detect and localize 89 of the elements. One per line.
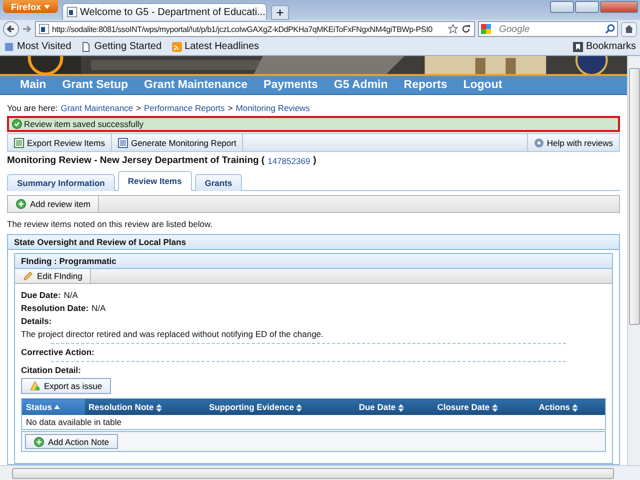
new-tab-button[interactable]: + [271,5,290,20]
page-title: Monitoring Review - New Jersey Department of Training ( [7,155,265,166]
folder-icon [4,42,14,52]
bookmark-link[interactable]: Getting Started [94,41,162,52]
bookmark-link[interactable]: Latest Headlines [184,41,260,52]
add-action-note-button[interactable]: Add Action Note [25,434,118,449]
back-icon[interactable] [3,21,19,37]
nav-link[interactable]: Payments [264,79,318,91]
empty-table-text: No data available in table [22,415,606,430]
minimize-button[interactable] [550,1,574,13]
review-id-link[interactable]: 147852369 [268,156,310,166]
document-icon [118,138,128,148]
nav-link[interactable]: Logout [463,79,502,91]
bookmark-link[interactable]: Most Visited [17,41,72,52]
search-engine-icon [481,24,491,34]
bookmarks-icon [572,42,583,52]
site-icon [67,7,78,17]
help-icon [534,138,544,148]
field-label: Details: [21,316,52,326]
scroll-thumb[interactable] [12,468,614,478]
help-button[interactable]: Help with reviews [526,134,619,151]
breadcrumb-separator: > [136,102,141,112]
scroll-thumb[interactable] [628,68,640,325]
add-review-item-button[interactable]: Add review item [8,196,100,212]
warning-icon [30,381,40,391]
pencil-icon [23,271,33,281]
restore-button[interactable] [575,1,599,13]
check-icon [12,119,22,129]
sort-icon[interactable] [572,404,578,412]
column-header[interactable]: Closure Date [433,398,535,415]
field-label: Corrective Action: [21,346,94,356]
home-icon [624,24,634,34]
page-icon [81,42,92,52]
sort-icon[interactable] [398,404,404,412]
field-value: N/A [92,302,106,312]
search-icon[interactable] [605,24,615,34]
column-header[interactable]: Resolution Note [84,398,205,415]
details-text: The project director retired and was replaced without notifying ED of the change. [21,328,324,338]
field-label: Citation Detail: [21,364,81,374]
horizontal-scrollbar[interactable] [0,465,640,480]
field-label: Resolution Date: [21,302,89,312]
bookmarks-menu[interactable]: Bookmarks [586,41,636,52]
nav-link[interactable]: Main [20,79,46,91]
breadcrumb-link[interactable]: Grant Maintenance [60,102,134,112]
document-icon [14,138,24,148]
edit-finding-button[interactable]: Edit FInding [15,269,92,283]
tab[interactable]: Grants [194,174,242,191]
rss-icon [172,42,182,52]
nav-link[interactable]: Grant Setup [62,79,128,91]
site-icon [39,24,49,34]
success-message: Review item saved successfully [7,116,620,132]
tab[interactable]: Review Items [118,171,192,191]
nav-link[interactable]: Reports [404,79,448,91]
add-icon [34,436,44,446]
sort-icon[interactable] [296,404,302,412]
add-icon [16,199,26,209]
breadcrumb-label: You are here: [7,102,58,112]
tab[interactable]: Summary Information [7,174,115,191]
export-button[interactable]: Export Review Items [8,134,112,151]
forward-icon[interactable] [22,24,32,34]
field-value: N/A [64,290,78,300]
column-header[interactable]: Actions [534,398,606,415]
column-header[interactable]: Due Date [354,398,434,415]
column-header[interactable]: Supporting Evidence [204,398,355,415]
nav-link[interactable]: Grant Maintenance [144,79,248,91]
browser-tab[interactable]: Welcome to G5 - Department of Educati... [62,3,268,20]
sort-icon[interactable] [492,404,498,412]
nav-link[interactable]: G5 Admin [334,79,388,91]
caret-icon [44,4,50,8]
breadcrumb-link[interactable]: Performance Reports [144,102,225,112]
sort-ascending-icon[interactable] [54,404,60,412]
breadcrumb-separator: > [228,102,233,112]
column-header[interactable]: Status [22,398,85,415]
reload-icon[interactable] [461,24,471,34]
intro-text: The review items noted on this review are listed below. [7,219,214,229]
finding-title: FInding : Programmatic [15,254,612,269]
breadcrumb-link[interactable]: Monitoring Reviews [236,102,310,112]
report-button[interactable]: Generate Monitoring Report [112,134,244,151]
section-title: State Oversight and Review of Local Plans [8,235,619,250]
search-field[interactable]: Google [478,21,618,37]
export-issue-button[interactable]: Export as issue [21,378,112,394]
address-field[interactable]: http://sodalite:8081/ssoINT/wps/myportal/!ut/p/b1/jczLcoIwGAXgZ-kDdPKHa7qMKEiToFxFNgxNM4giTBWp-PSI0 [35,21,475,37]
field-label: Due Date: [21,290,61,300]
sort-icon[interactable] [156,404,162,412]
vertical-scrollbar[interactable] [627,56,640,465]
tab-title: Welcome to G5 - Department of Educati... [80,6,266,18]
title-paren: ) [313,155,316,166]
home-button[interactable] [621,22,637,36]
star-icon[interactable] [448,24,458,34]
